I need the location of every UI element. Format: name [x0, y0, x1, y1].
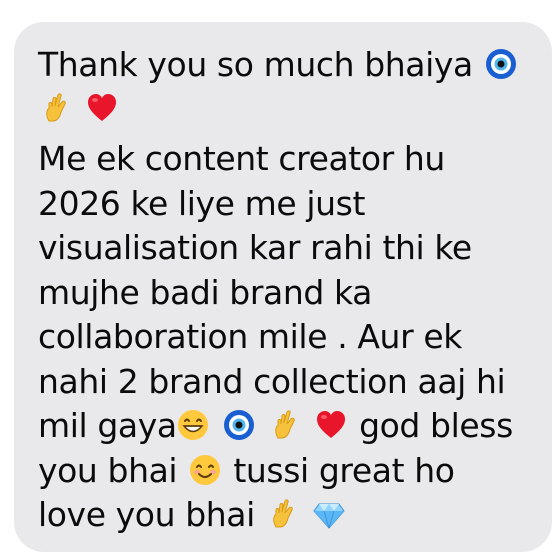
message-line-1: Thank you so much bhaiya — [38, 48, 519, 83]
message-line-5: visualisation kar rahi thi ke — [38, 228, 472, 267]
message-line-4: 2026 ke liye me just — [38, 184, 366, 223]
message-line-2 — [38, 92, 120, 127]
grinning-face-icon — [177, 409, 209, 441]
crossed-fingers-icon — [267, 498, 299, 530]
message-text-you-bhai: you bhai — [38, 451, 178, 490]
message-line-7: collaboration mile . Aur ek — [38, 317, 462, 356]
crossed-fingers-icon — [40, 92, 72, 124]
nazar-amulet-icon — [223, 409, 255, 441]
message-line-8: nahi 2 brand collection aaj hi — [38, 362, 506, 401]
message-text-god-bless: god bless — [359, 406, 513, 445]
red-heart-icon — [315, 409, 347, 441]
message-line-9: mil gaya god bless — [38, 409, 513, 444]
message-text-love-you: love you bhai — [38, 495, 255, 534]
red-heart-icon — [86, 92, 118, 124]
message-line-6: mujhe badi brand ka — [38, 273, 372, 312]
message-text-mil-gaya: mil gaya — [38, 406, 177, 445]
message-line-11: love you bhai — [38, 498, 347, 533]
message-text-tussi: tussi great ho — [233, 451, 455, 490]
crossed-fingers-icon — [269, 409, 301, 441]
nazar-amulet-icon — [485, 48, 517, 80]
gem-icon — [313, 498, 345, 530]
chat-screen: Thank you so much bhaiya Me ek content c… — [0, 0, 560, 560]
message-line-3: Me ek content creator hu — [38, 139, 445, 178]
message-line-10: you bhai tussi great ho — [38, 454, 455, 489]
message-text-1: Thank you so much bhaiya — [38, 45, 473, 84]
smiling-face-icon — [189, 454, 221, 486]
